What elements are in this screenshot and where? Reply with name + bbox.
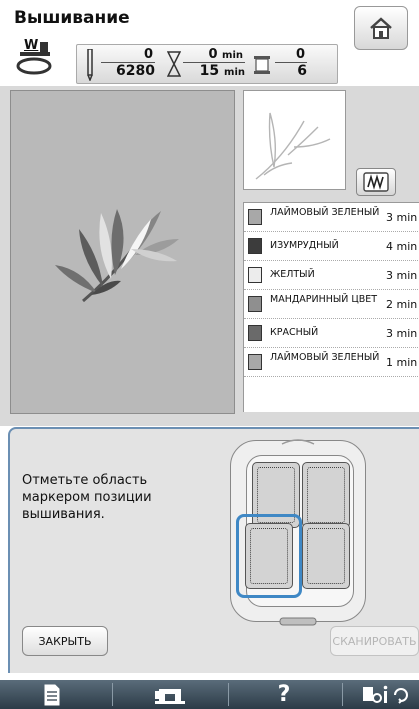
toolbar-divider — [228, 683, 229, 706]
scan-button[interactable]: СКАНИРОВАТЬ — [330, 626, 419, 656]
thread-color-time: 4 min — [386, 240, 418, 253]
color-current: 0 — [275, 47, 307, 63]
spool-icon — [254, 56, 270, 74]
thread-color-name: ИЗУМРУДНЫЙ — [270, 240, 339, 251]
thread-swatch — [248, 296, 262, 312]
document-button[interactable] — [0, 680, 104, 709]
sewing-machine-icon — [155, 688, 185, 704]
instruction-text: Отметьте область маркером позиции вышива… — [22, 473, 152, 522]
list-item[interactable]: МАНДАРИННЫЙ ЦВЕТ 2 min — [244, 290, 419, 319]
stitch-count: 0 6280 — [101, 47, 155, 79]
page-title: Вышивание — [14, 8, 130, 28]
thread-color-name: ЛАЙМОВЫЙ ЗЕЛЕНЫЙ — [270, 352, 380, 363]
thread-color-time: 2 min — [386, 298, 418, 311]
thread-display-button[interactable] — [356, 168, 396, 196]
machine-button[interactable] — [118, 680, 222, 709]
quadrant-top-right[interactable] — [302, 462, 350, 528]
home-icon — [370, 17, 392, 39]
quadrant-bottom-right[interactable] — [302, 523, 350, 589]
pattern-display-area: ЛАЙМОВЫЙ ЗЕЛЕНЫЙ 3 min ИЗУМРУДНЫЙ 4 min … — [0, 86, 419, 426]
outline-design-image — [255, 112, 331, 180]
frame-bottom-tab-icon — [279, 617, 317, 626]
help-icon: ? — [277, 682, 291, 707]
thread-swatch — [248, 354, 262, 370]
thread-swatch — [248, 325, 262, 341]
time-total: 15 — [199, 63, 220, 79]
color-count: 0 6 — [275, 47, 307, 79]
time-total-unit: min — [224, 67, 245, 78]
list-item[interactable]: КРАСНЫЙ 3 min — [244, 319, 419, 348]
list-item[interactable]: ИЗУМРУДНЫЙ 4 min — [244, 232, 419, 261]
thread-color-name: МАНДАРИННЫЙ ЦВЕТ — [270, 294, 378, 305]
thread-color-name: ЖЕЛТЫЙ — [270, 269, 315, 280]
toolbar-divider — [112, 683, 113, 706]
needle-icon — [87, 49, 93, 81]
presser-foot-icon — [16, 42, 52, 75]
thread-color-name: ЛАЙМОВЫЙ ЗЕЛЕНЫЙ — [270, 207, 380, 218]
bottom-toolbar: ? — [0, 680, 419, 709]
stitch-current: 0 — [101, 47, 155, 63]
stitch-outline-preview — [243, 90, 346, 190]
settings-icon — [362, 685, 408, 704]
thread-color-time: 1 min — [386, 356, 418, 369]
close-button[interactable]: ЗАКРЫТЬ — [22, 626, 108, 656]
document-icon — [44, 684, 60, 705]
embroidery-design-image — [55, 209, 179, 303]
list-item[interactable]: ЛАЙМОВЫЙ ЗЕЛЕНЫЙ 3 min — [244, 203, 419, 232]
home-button[interactable] — [354, 6, 408, 50]
thread-cut-icon — [363, 172, 389, 192]
thread-color-list[interactable]: ЛАЙМОВЫЙ ЗЕЛЕНЫЙ 3 min ИЗУМРУДНЫЙ 4 min … — [243, 202, 419, 412]
hourglass-icon — [167, 51, 181, 77]
presser-foot-indicator: W — [14, 38, 60, 76]
selected-quadrant-highlight — [236, 514, 302, 598]
stitch-total: 6280 — [116, 63, 155, 79]
time-current: 0 — [208, 47, 218, 62]
time-current-unit: min — [222, 50, 243, 61]
help-button[interactable]: ? — [232, 680, 336, 709]
thread-swatch — [248, 209, 262, 225]
toolbar-divider — [342, 683, 343, 706]
thread-color-time: 3 min — [386, 211, 418, 224]
list-item[interactable]: ЖЕЛТЫЙ 3 min — [244, 261, 419, 290]
settings-button[interactable] — [346, 680, 419, 709]
frame-clip-icon — [281, 439, 315, 445]
thread-color-name: КРАСНЫЙ — [270, 327, 319, 338]
time-count: 0 min 15 min — [183, 47, 245, 79]
list-item[interactable]: ЛАЙМОВЫЙ ЗЕЛЕНЫЙ 1 min — [244, 348, 419, 377]
embroidery-status-bar: 0 6280 0 min 15 min 0 6 — [76, 44, 338, 84]
thread-swatch — [248, 238, 262, 254]
thread-color-time: 3 min — [386, 269, 418, 282]
embroidery-preview — [10, 90, 235, 414]
thread-swatch — [248, 267, 262, 283]
thread-color-time: 3 min — [386, 327, 418, 340]
color-total: 6 — [297, 63, 307, 79]
